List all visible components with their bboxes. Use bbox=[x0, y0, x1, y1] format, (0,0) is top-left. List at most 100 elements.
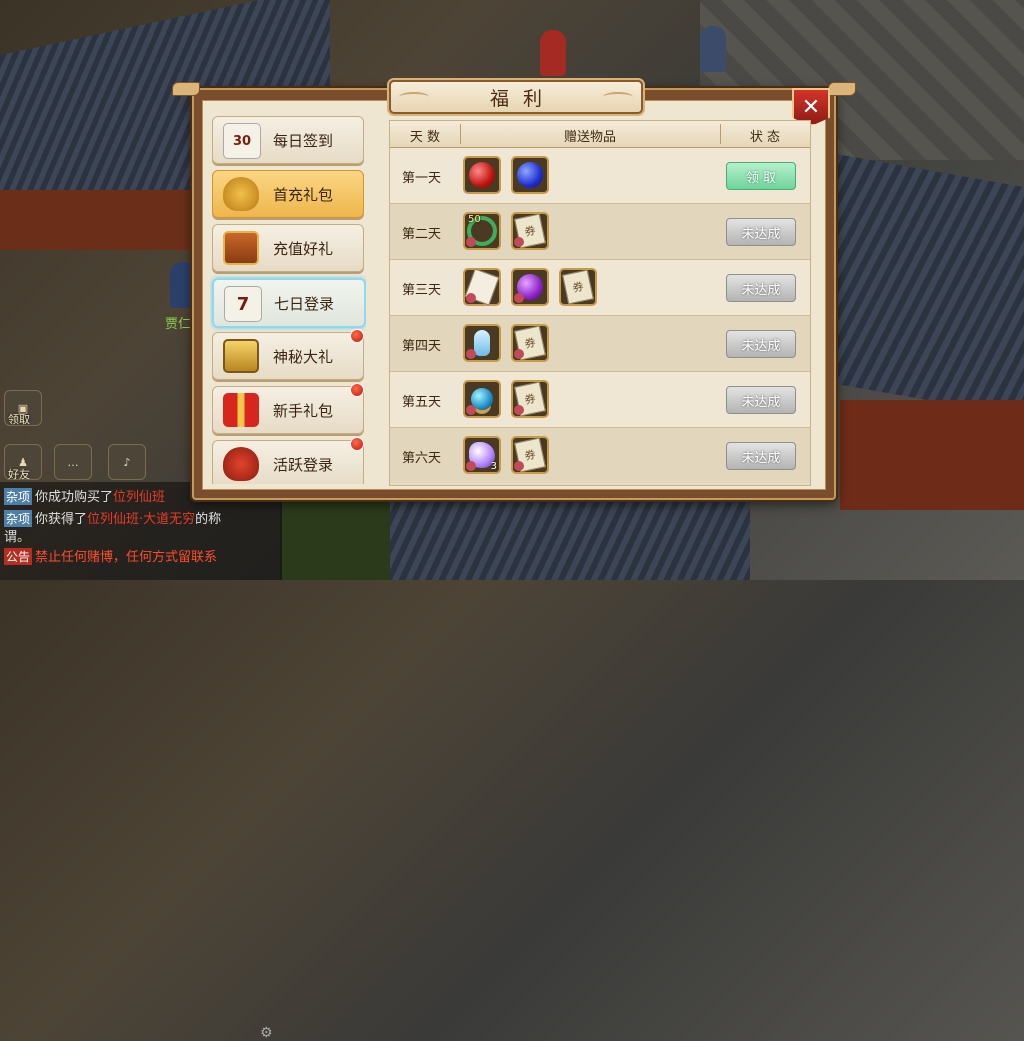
login-reward-table: 天 数 赠送物品 状 态 第一天 领 取 第二天 50 券 未达成 第三天 券 … bbox=[389, 120, 811, 486]
friends-label: 好友 bbox=[8, 468, 30, 481]
calendar-number: 7 bbox=[236, 293, 250, 315]
title-ornament bbox=[603, 92, 633, 102]
chat-line: 杂项 你获得了位列仙班·大道无穷的称 bbox=[4, 508, 221, 527]
table-header: 天 数 赠送物品 状 态 bbox=[390, 121, 810, 148]
npc-character[interactable] bbox=[540, 30, 566, 76]
money-bag-icon bbox=[223, 177, 259, 211]
sidebar-item-active-login[interactable]: 活跃登录 bbox=[212, 437, 364, 484]
gold-chest-icon bbox=[223, 339, 259, 373]
chat-text: 你获得了 bbox=[35, 512, 88, 527]
chat-text: 的称 bbox=[195, 512, 222, 527]
red-bag-icon bbox=[223, 447, 259, 481]
close-icon: ✕ bbox=[801, 94, 821, 120]
title-ornament bbox=[399, 92, 429, 102]
sidebar-item-label: 充值好礼 bbox=[273, 240, 334, 258]
sidebar-item-daily-signin[interactable]: 30 每日签到 bbox=[212, 116, 364, 164]
wooden-railing-right bbox=[840, 400, 1024, 510]
chat-line: 公告 禁止任何赌博，任何方式留联系 bbox=[4, 546, 217, 565]
sidebar-item-label: 每日签到 bbox=[273, 132, 334, 150]
lock-icon bbox=[514, 405, 524, 415]
reward-slot[interactable] bbox=[463, 268, 501, 306]
chat-tag: 杂项 bbox=[4, 488, 33, 505]
day-label: 第五天 bbox=[402, 395, 442, 410]
chat-bubble-icon[interactable]: … bbox=[54, 444, 92, 480]
sidebar-item-mystery-gift[interactable]: 神秘大礼 bbox=[212, 329, 364, 380]
table-row: 第五天 券 未达成 bbox=[390, 372, 810, 428]
dialog-title-text: 福利 bbox=[489, 87, 556, 110]
chat-tag: 公告 bbox=[4, 548, 33, 565]
lock-icon bbox=[514, 349, 524, 359]
sidebar-item-label: 七日登录 bbox=[274, 295, 335, 313]
reward-slot[interactable]: 券 bbox=[559, 268, 597, 306]
microphone-icon[interactable]: ♪ bbox=[108, 444, 146, 480]
welfare-dialog: 福利 ✕ 30 每日签到 首充礼包 充值好礼 7 七日登录 神秘大礼 新手礼包 … bbox=[172, 80, 856, 500]
chat-text: 谓。 bbox=[4, 530, 31, 545]
table-row: 第六天 3 券 未达成 bbox=[390, 428, 810, 483]
reward-slot[interactable]: 券 bbox=[511, 436, 549, 474]
claim-label: 领取 bbox=[8, 413, 30, 426]
day-label: 第三天 bbox=[402, 283, 442, 298]
item-count: 50 bbox=[468, 214, 481, 225]
lock-icon bbox=[466, 237, 476, 247]
red-orb-icon bbox=[469, 162, 495, 188]
table-row: 第二天 50 券 未达成 bbox=[390, 204, 810, 260]
sidebar-item-first-recharge[interactable]: 首充礼包 bbox=[212, 170, 364, 218]
reward-slot[interactable]: 3 bbox=[463, 436, 501, 474]
reward-slot[interactable]: 券 bbox=[511, 212, 549, 250]
sidebar-item-recharge-gift[interactable]: 充值好礼 bbox=[212, 224, 364, 272]
roof-tiles-bottom bbox=[330, 500, 750, 580]
lock-icon bbox=[466, 293, 476, 303]
chat-highlight: 位列仙班 bbox=[113, 490, 166, 505]
lock-icon bbox=[514, 461, 524, 471]
roof-tiles-right bbox=[830, 152, 1024, 418]
not-achieved-button[interactable]: 未达成 bbox=[726, 330, 796, 358]
chat-line: 杂项 你成功购买了位列仙班 bbox=[4, 486, 165, 505]
gift-box-icon bbox=[223, 393, 259, 427]
not-achieved-button[interactable]: 未达成 bbox=[726, 442, 796, 470]
reward-slot[interactable] bbox=[511, 268, 549, 306]
corner-ornament bbox=[172, 82, 200, 96]
reward-slot[interactable] bbox=[511, 156, 549, 194]
day-label: 第四天 bbox=[402, 339, 442, 354]
calendar-number: 30 bbox=[232, 133, 252, 149]
reward-slot[interactable] bbox=[463, 156, 501, 194]
dialog-title: 福利 bbox=[389, 80, 643, 114]
header-gifts: 赠送物品 bbox=[563, 130, 616, 145]
wooden-railing-left bbox=[0, 190, 200, 250]
chat-text: 你成功购买了 bbox=[35, 490, 114, 505]
reward-slot[interactable] bbox=[463, 324, 501, 362]
chat-highlight: 禁止任何赌博，任何方式留联系 bbox=[35, 550, 218, 565]
lock-icon bbox=[466, 405, 476, 415]
sidebar-item-label: 神秘大礼 bbox=[273, 348, 334, 366]
calendar-30-icon: 30 bbox=[223, 123, 261, 159]
not-achieved-button[interactable]: 未达成 bbox=[726, 386, 796, 414]
reward-slot[interactable] bbox=[463, 380, 501, 418]
potion-vase-icon bbox=[474, 330, 490, 356]
treasure-chest-icon bbox=[223, 231, 259, 265]
grass-patch bbox=[280, 495, 390, 580]
gear-icon[interactable]: ⚙ bbox=[260, 1025, 273, 1041]
blue-orb-icon bbox=[517, 162, 543, 188]
notification-badge bbox=[350, 329, 364, 343]
npc-name-label: 贾仁 bbox=[165, 317, 192, 332]
day-label: 第二天 bbox=[402, 227, 442, 242]
reward-slot[interactable]: 50 bbox=[463, 212, 501, 250]
chat-line: 谓。 bbox=[4, 526, 30, 545]
not-achieved-button[interactable]: 未达成 bbox=[726, 274, 796, 302]
chat-tag: 杂项 bbox=[4, 510, 33, 527]
welfare-sidebar: 30 每日签到 首充礼包 充值好礼 7 七日登录 神秘大礼 新手礼包 活跃登录 bbox=[210, 114, 366, 484]
not-achieved-button[interactable]: 未达成 bbox=[726, 218, 796, 246]
npc-character[interactable] bbox=[700, 26, 726, 72]
table-row: 第三天 券 未达成 bbox=[390, 260, 810, 316]
claim-button[interactable]: 领 取 bbox=[726, 162, 796, 190]
reward-slot[interactable]: 券 bbox=[511, 324, 549, 362]
sidebar-item-seven-day-login[interactable]: 7 七日登录 bbox=[212, 278, 366, 328]
lock-icon bbox=[466, 461, 476, 471]
day-label: 第六天 bbox=[402, 451, 442, 466]
lock-icon bbox=[514, 237, 524, 247]
scroll-icon: 券 bbox=[562, 269, 594, 305]
sidebar-item-newbie-pack[interactable]: 新手礼包 bbox=[212, 383, 364, 434]
table-row: 第一天 领 取 bbox=[390, 148, 810, 204]
reward-slot[interactable]: 券 bbox=[511, 380, 549, 418]
day-label: 第一天 bbox=[402, 171, 442, 186]
